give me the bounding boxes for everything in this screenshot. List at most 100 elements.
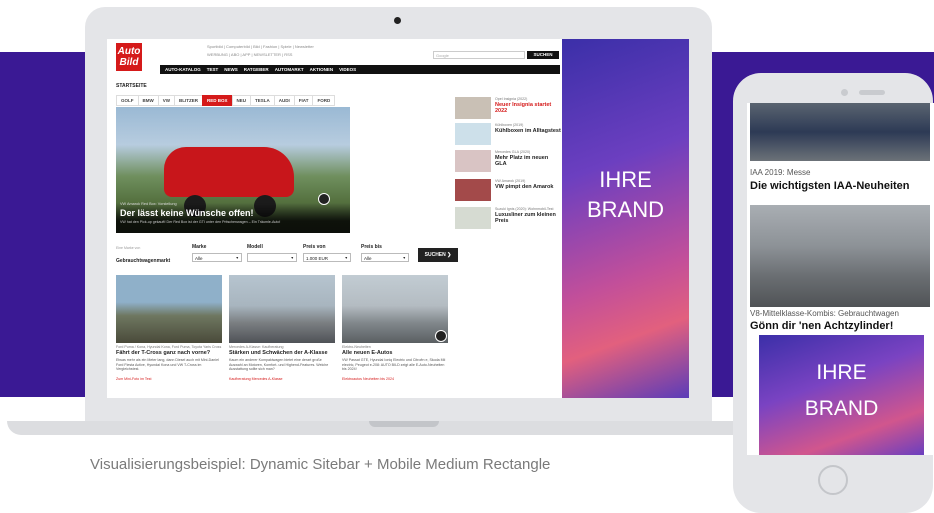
tab-golf[interactable]: GOLF: [116, 95, 139, 106]
top-links[interactable]: Sportbild | Computerbild | Bild | Fashio…: [207, 44, 314, 49]
nav-item-aktionen[interactable]: AKTIONEN: [310, 65, 334, 74]
teaser-image: [116, 275, 222, 343]
side-title[interactable]: Luxusliner zum kleinen Preis: [495, 212, 561, 224]
phone-speaker: [859, 90, 885, 95]
preis-von-label: Preis von: [303, 244, 326, 250]
side-teaser[interactable]: Suzuki Ignis (2020): Wohnmobil-Test Luxu…: [455, 207, 560, 229]
side-thumb: [455, 179, 491, 201]
tab-vw[interactable]: VW: [157, 95, 175, 106]
nav-item-news[interactable]: NEWS: [224, 65, 238, 74]
teaser-title[interactable]: Stärken und Schwächen der A-Klasse: [229, 350, 335, 356]
ad-text-line1: IHRE: [599, 167, 652, 192]
article-teaser[interactable]: Ford Puma / Kona, Hyundai Kona, Ford Pum…: [116, 275, 222, 385]
side-teaser[interactable]: VW Amarok (2019) VW pimpt den Amarok: [455, 179, 560, 201]
filter-search-button[interactable]: SUCHEN ❯: [418, 248, 458, 262]
side-thumb: [455, 150, 491, 172]
teaser-kicker: Ford Puma / Kona, Hyundai Kona, Ford Pum…: [116, 345, 222, 349]
tab-fiat[interactable]: FIAT: [293, 95, 314, 106]
side-title[interactable]: Neuer Insignia startet 2022: [495, 102, 561, 114]
mobile-ad-text-line1: IHRE: [816, 361, 867, 384]
mobile-title[interactable]: Die wichtigsten IAA-Neuheiten: [750, 180, 910, 192]
search-button[interactable]: SUCHEN: [527, 51, 559, 59]
nav-item-auto-katalog[interactable]: AUTO-KATALOG: [165, 65, 201, 74]
laptop-screen: Auto Bild STARTSEITE Sportbild | Computer…: [107, 39, 689, 398]
mobile-title[interactable]: Gönn dir 'nen Achtzylinder!: [750, 320, 893, 332]
teaser-title[interactable]: Fährt der T-Cross ganz nach vorne?: [116, 350, 222, 356]
phone-home-button[interactable]: [818, 465, 848, 495]
side-kicker: Opel Insignia (2022): [495, 97, 528, 101]
side-title[interactable]: Kühlboxen im Alltagstest: [495, 128, 561, 134]
nav-item-ratgeber[interactable]: RATGEBER: [244, 65, 269, 74]
sitebar-ad[interactable]: IHRE BRAND: [562, 39, 689, 398]
preis-von-select[interactable]: 1.000 EUR: [303, 253, 351, 263]
teaser-image: [342, 275, 448, 343]
side-teaser[interactable]: Mercedes GLA (2020) Mehr Platz im neuen …: [455, 150, 560, 172]
side-kicker: Mercedes GLA (2020): [495, 150, 531, 154]
marke-select[interactable]: Alle: [192, 253, 242, 263]
preis-bis-label: Preis bis: [361, 244, 382, 250]
red-pickup-image: [164, 147, 294, 217]
side-teaser[interactable]: Opel Insignia (2022) Neuer Insignia star…: [455, 97, 560, 119]
side-thumb: [455, 207, 491, 229]
tab-blitzer[interactable]: BLITZER: [174, 95, 203, 106]
teaser-kicker: Elektro-Neuheiten: [342, 345, 371, 349]
side-kicker: VW Amarok (2019): [495, 179, 526, 183]
tab-tesla[interactable]: TESLA: [250, 95, 275, 106]
phone-screen: IAA 2019: Messe Die wichtigsten IAA-Neuh…: [747, 103, 934, 455]
side-title[interactable]: Mehr Platz im neuen GLA: [495, 155, 561, 167]
side-thumb: [455, 97, 491, 119]
used-car-search: Eine Marke von Gebrauchtwagenmarkt Marke…: [116, 244, 561, 268]
main-navigation: AUTO-KATALOG TEST NEWS RATGEBER AUTOMARK…: [160, 65, 560, 74]
laptop-base: [7, 421, 787, 435]
hero-kicker: VW Amarok Red Box: Vorstellung: [120, 202, 177, 206]
side-title[interactable]: VW pimpt den Amarok: [495, 184, 561, 190]
caption: Visualisierungsbeispiel: Dynamic Sitebar…: [90, 456, 551, 473]
laptop-notch: [369, 421, 439, 427]
brand-tabs: GOLF BMW VW BLITZER RED BOX NEU TESLA AU…: [116, 95, 336, 106]
nav-item-videos[interactable]: VIDEOS: [339, 65, 356, 74]
side-kicker: Suzuki Ignis (2020): Wohnmobil-Test: [495, 207, 554, 211]
preis-bis-select[interactable]: Alle: [361, 253, 409, 263]
filter-label: Gebrauchtwagenmarkt: [116, 258, 171, 264]
service-links[interactable]: WERBUNG | ABO | APP | NEWSLETTER | RSS: [207, 52, 292, 57]
ad-text-line2: BRAND: [586, 197, 664, 222]
side-kicker: Kühlboxen (2019): [495, 123, 524, 127]
article-teaser[interactable]: Mercedes A-Klasse: Kaufberatung Stärken …: [229, 275, 335, 385]
article-teaser[interactable]: Elektro-Neuheiten Alle neuen E-Autos VW …: [342, 275, 448, 385]
tab-ford[interactable]: FORD: [312, 95, 336, 106]
tab-bmw[interactable]: BMW: [137, 95, 159, 106]
startseite-label: STARTSEITE: [116, 83, 147, 89]
teaser-title[interactable]: Alle neuen E-Autos: [342, 350, 448, 356]
phone-camera: [841, 89, 848, 96]
teaser-text: Etwas mehr als ein Meter lang, dann Dies…: [116, 358, 219, 371]
teaser-text: Kaum ein anderer Kompaktwagen bietet ein…: [229, 358, 329, 371]
marke-label: Marke: [192, 244, 207, 250]
modell-label: Modell: [247, 244, 263, 250]
teaser-link[interactable]: Kaufberatung Mercedes A-Klasse: [229, 377, 283, 381]
autobild-logo[interactable]: Auto Bild: [116, 43, 142, 71]
hero-teaser[interactable]: VW Amarok Red Box: Vorstellung Der lässt…: [116, 107, 350, 233]
mobile-ad-text-line2: BRAND: [804, 397, 879, 420]
mobile-kicker: IAA 2019: Messe: [750, 168, 811, 177]
tab-neu[interactable]: NEU: [231, 95, 252, 106]
autobild-website: Auto Bild STARTSEITE Sportbild | Computer…: [107, 39, 562, 398]
mobile-kicker: V8-Mittelklasse-Kombis: Gebrauchtwagen: [750, 309, 899, 318]
laptop-camera: [394, 17, 401, 24]
search-input[interactable]: Google: [433, 51, 525, 59]
tab-audi[interactable]: AUDI: [273, 95, 295, 106]
side-teaser[interactable]: Kühlboxen (2019) Kühlboxen im Alltagstes…: [455, 123, 561, 145]
teaser-link[interactable]: Zum Mini-Foto im Test: [116, 377, 151, 381]
play-icon[interactable]: [318, 193, 330, 205]
side-thumb: [455, 123, 491, 145]
teaser-link[interactable]: Elektroautos Neuheiten bis 2024: [342, 377, 394, 381]
modell-select[interactable]: [247, 253, 297, 263]
hero-title[interactable]: Der lässt keine Wünsche offen!: [120, 208, 254, 218]
nav-item-test[interactable]: TEST: [207, 65, 219, 74]
play-icon[interactable]: [435, 330, 447, 342]
teaser-text: VW Passat GTE, Hyundai Ioniq Electric un…: [342, 358, 446, 371]
tab-red-box[interactable]: RED BOX: [202, 95, 233, 106]
mobile-medium-rectangle-ad[interactable]: IHRE BRAND: [759, 335, 924, 455]
nav-item-automarkt[interactable]: AUTOMARKT: [275, 65, 304, 74]
mobile-image-kombis: [750, 205, 930, 307]
filter-badge: Eine Marke von: [116, 246, 141, 250]
